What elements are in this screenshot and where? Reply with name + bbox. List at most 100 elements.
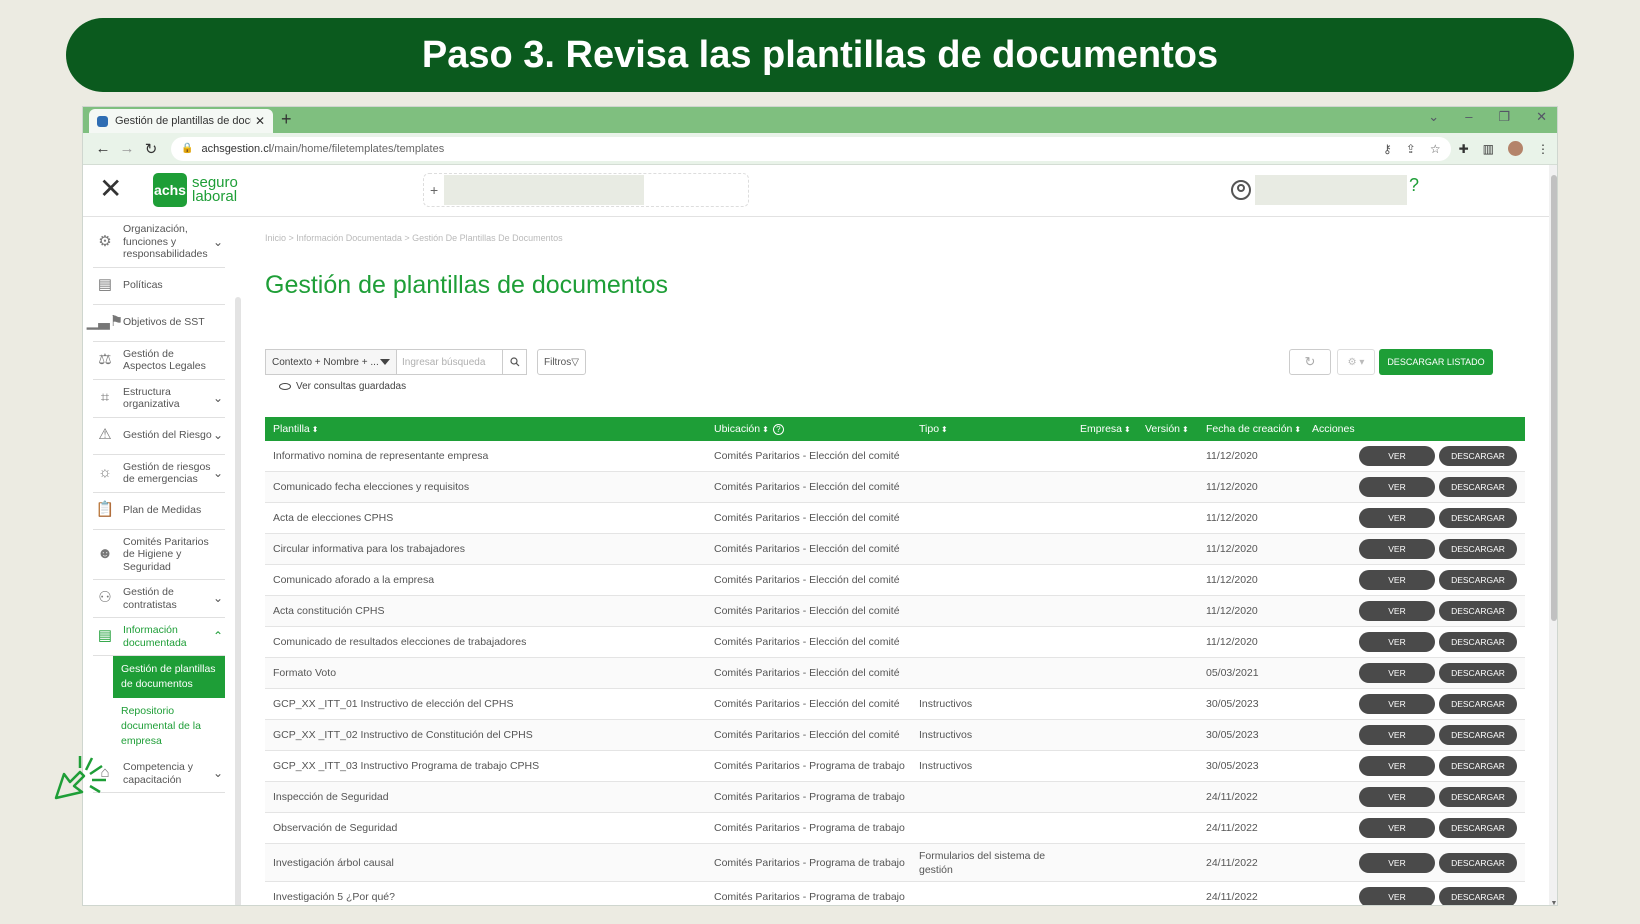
sort-icon[interactable]: ⬍ <box>1294 425 1301 434</box>
download-button[interactable]: DESCARGAR <box>1439 887 1517 905</box>
user-icon[interactable] <box>1231 180 1251 200</box>
key-icon[interactable]: ⚷ <box>1383 142 1392 156</box>
sidebar-item[interactable]: ☼ Gestión de riesgos de emergencias ⌄ <box>93 455 225 493</box>
restore-icon[interactable]: ❐ <box>1498 109 1510 125</box>
scrollbar-thumb[interactable] <box>1551 175 1557 621</box>
chevron-down-icon[interactable]: ⌄ <box>213 235 225 249</box>
download-button[interactable]: DESCARGAR <box>1439 725 1517 745</box>
view-button[interactable]: VER <box>1359 852 1435 873</box>
new-tab-button[interactable]: + <box>281 109 292 130</box>
filters-button[interactable]: Filtros ▽ <box>537 349 586 375</box>
download-button[interactable]: DESCARGAR <box>1439 756 1517 776</box>
view-button[interactable]: VER <box>1359 601 1435 621</box>
view-button[interactable]: VER <box>1359 446 1435 466</box>
sidebar-subitem[interactable]: Repositorio documental de la empresa <box>113 698 225 755</box>
sort-icon[interactable]: ⬍ <box>1124 425 1131 434</box>
side-panel-icon[interactable]: ▥ <box>1483 142 1494 156</box>
column-header[interactable]: Tipo ⬍ <box>919 423 948 435</box>
sidebar-item[interactable]: ▤ Información documentada ⌃ <box>93 618 225 656</box>
extensions-icon[interactable]: ✚ <box>1459 142 1469 156</box>
download-button[interactable]: DESCARGAR <box>1439 852 1517 873</box>
column-header[interactable]: Plantilla ⬍ <box>273 423 318 435</box>
sort-icon[interactable]: ⬍ <box>1182 425 1189 434</box>
forward-icon[interactable]: → <box>115 140 139 157</box>
view-button[interactable]: VER <box>1359 756 1435 776</box>
share-icon[interactable]: ⇪ <box>1406 142 1416 156</box>
saved-queries-link[interactable]: Ver consultas guardadas <box>279 381 406 392</box>
chevron-down-icon[interactable]: ⌄ <box>213 767 225 780</box>
download-button[interactable]: DESCARGAR <box>1439 663 1517 683</box>
tab-search-icon[interactable]: ⌄ <box>1428 109 1439 125</box>
view-button[interactable]: VER <box>1359 508 1435 528</box>
search-icon[interactable] <box>503 349 527 375</box>
column-header[interactable]: Versión ⬍ <box>1145 423 1189 435</box>
sidebar-item[interactable]: ▁▃⚑ Objetivos de SST <box>87 305 225 342</box>
download-button[interactable]: DESCARGAR <box>1439 477 1517 497</box>
context-select[interactable]: Contexto + Nombre + ... <box>265 349 397 375</box>
help-circle-icon[interactable]: ? <box>772 424 784 435</box>
company-selector[interactable]: + <box>423 173 749 207</box>
download-button[interactable]: DESCARGAR <box>1439 508 1517 528</box>
view-button[interactable]: VER <box>1359 477 1435 497</box>
sidebar-scrollbar[interactable] <box>235 297 241 905</box>
download-button[interactable]: DESCARGAR <box>1439 446 1517 466</box>
view-button[interactable]: VER <box>1359 570 1435 590</box>
download-button[interactable]: DESCARGAR <box>1439 818 1517 838</box>
view-button[interactable]: VER <box>1359 694 1435 714</box>
view-button[interactable]: VER <box>1359 632 1435 652</box>
settings-dropdown[interactable]: ⚙ ▾ <box>1337 349 1375 375</box>
column-header[interactable]: Fecha de creación ⬍ <box>1206 423 1301 435</box>
page-scrollbar[interactable]: ▼ <box>1549 165 1557 905</box>
menu-dots-icon[interactable]: ⋮ <box>1537 142 1549 156</box>
window-close-icon[interactable]: ✕ <box>1536 109 1547 125</box>
sort-icon[interactable]: ⬍ <box>762 425 769 434</box>
browser-tab[interactable]: Gestión de plantillas de docume ✕ <box>89 109 273 133</box>
star-icon[interactable]: ☆ <box>1430 142 1441 156</box>
sidebar-item[interactable]: ☻ Comités Paritarios de Higiene y Segurid… <box>93 530 225 580</box>
scroll-down-icon[interactable]: ▼ <box>1549 900 1557 905</box>
view-button[interactable]: VER <box>1359 887 1435 905</box>
sidebar-item[interactable]: ⚙ Organización, funciones y responsabilid… <box>93 217 225 268</box>
sidebar-item[interactable]: 📋 Plan de Medidas <box>93 493 225 530</box>
tab-close-icon[interactable]: ✕ <box>255 114 265 128</box>
breadcrumb[interactable]: Inicio > Información Documentada > Gesti… <box>265 233 563 243</box>
download-button[interactable]: DESCARGAR <box>1439 787 1517 807</box>
reload-icon[interactable]: ↻ <box>139 140 163 158</box>
minimize-icon[interactable]: – <box>1465 109 1472 125</box>
chevron-down-icon[interactable]: ⌄ <box>213 467 225 480</box>
view-button[interactable]: VER <box>1359 725 1435 745</box>
profile-avatar[interactable] <box>1508 141 1523 156</box>
view-button[interactable]: VER <box>1359 818 1435 838</box>
sidebar-subitem[interactable]: Gestión de plantillas de documentos <box>113 656 225 698</box>
back-icon[interactable]: ← <box>91 140 115 157</box>
view-button[interactable]: VER <box>1359 787 1435 807</box>
chevron-down-icon[interactable]: ⌄ <box>213 392 225 405</box>
view-button[interactable]: VER <box>1359 663 1435 683</box>
search-input[interactable]: Ingresar búsqueda <box>397 349 503 375</box>
download-button[interactable]: DESCARGAR <box>1439 539 1517 559</box>
sort-icon[interactable]: ⬍ <box>941 425 948 434</box>
download-button[interactable]: DESCARGAR <box>1439 632 1517 652</box>
sidebar-item[interactable]: ▤ Políticas <box>93 268 225 305</box>
column-header[interactable]: Empresa ⬍ <box>1080 423 1131 435</box>
refresh-button[interactable]: ↻ <box>1289 349 1331 375</box>
sort-icon[interactable]: ⬍ <box>312 425 319 434</box>
download-button[interactable]: DESCARGAR <box>1439 570 1517 590</box>
sidebar-item[interactable]: ⌗ Estructura organizativa ⌄ <box>93 380 225 418</box>
column-header[interactable]: Ubicación ⬍? <box>714 423 784 435</box>
view-button[interactable]: VER <box>1359 539 1435 559</box>
url-field[interactable]: 🔒 achsgestion.cl/main/home/filetemplates… <box>171 136 1451 161</box>
chevron-down-icon[interactable]: ⌄ <box>213 429 225 442</box>
download-button[interactable]: DESCARGAR <box>1439 694 1517 714</box>
chevron-down-icon[interactable]: ⌄ <box>213 592 225 605</box>
achs-logo[interactable]: achs seguro laboral <box>153 173 238 207</box>
close-menu-icon[interactable]: ✕ <box>99 175 122 203</box>
sidebar-item[interactable]: ⚇ Gestión de contratistas ⌄ <box>93 580 225 618</box>
sidebar-item[interactable]: ⚖ Gestión de Aspectos Legales <box>93 342 225 380</box>
download-button[interactable]: DESCARGAR <box>1439 601 1517 621</box>
sidebar-item[interactable]: ⚠ Gestión del Riesgo ⌄ <box>93 418 225 455</box>
chevron-up-icon[interactable]: ⌃ <box>213 630 225 643</box>
column-header: Acciones <box>1312 423 1355 435</box>
help-icon[interactable]: ? <box>1409 175 1419 196</box>
download-list-button[interactable]: DESCARGAR LISTADO <box>1379 349 1493 375</box>
